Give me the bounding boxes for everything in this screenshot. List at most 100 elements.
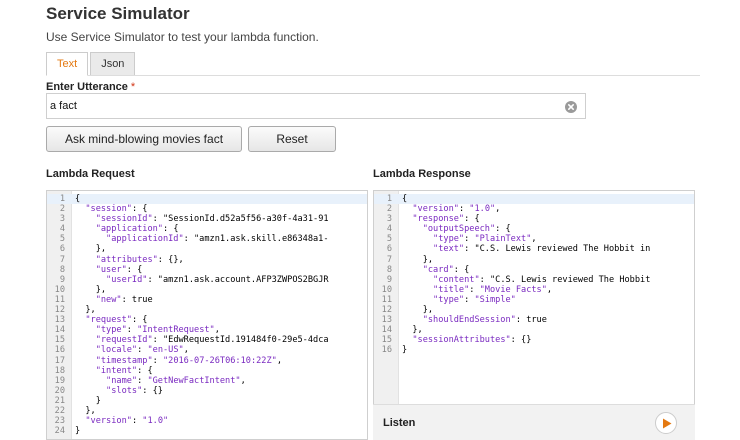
response-code-line: 7 }, <box>374 255 694 265</box>
line-number: 9 <box>386 274 392 285</box>
request-code-line: 3 "sessionId": "SessionId.d52a5f56-a30f-… <box>47 214 367 224</box>
line-number: 15 <box>54 335 65 346</box>
lambda-response-label: Lambda Response <box>373 168 471 180</box>
request-code-line: 21 } <box>47 396 367 406</box>
code-text: "version": "1.0" <box>85 416 169 427</box>
line-number: 18 <box>54 365 65 376</box>
code-text: }, <box>75 305 96 316</box>
play-icon[interactable] <box>655 412 677 434</box>
line-number: 22 <box>54 405 65 416</box>
response-code-line: 1{ <box>374 194 694 205</box>
line-number: 1 <box>59 194 65 204</box>
line-number: 13 <box>381 315 392 326</box>
code-text: "content": "C.S. Lewis reviewed The Hobb… <box>433 274 651 285</box>
code-text: } <box>75 395 101 406</box>
reset-button[interactable]: Reset <box>248 126 336 152</box>
request-code-line: 2 "session": { <box>47 204 367 214</box>
code-text: "userId": "amzn1.ask.account.AFP3ZWPOS2B… <box>106 274 329 285</box>
line-number: 3 <box>59 214 65 225</box>
line-number: 11 <box>381 294 392 305</box>
request-lines: 1{2 "session": {3 "sessionId": "SessionI… <box>47 194 367 436</box>
tabs-divider <box>46 75 700 76</box>
line-number: 10 <box>381 284 392 295</box>
lambda-request-label: Lambda Request <box>46 168 135 180</box>
code-text: "timestamp": "2016-07-26T06:10:22Z", <box>95 355 282 366</box>
code-text: "title": "Movie Facts", <box>433 284 553 295</box>
request-code-line: 1{ <box>47 194 367 205</box>
code-text: }, <box>402 305 434 316</box>
line-number: 7 <box>59 254 65 265</box>
line-number: 2 <box>386 204 392 215</box>
request-code-line: 9 "userId": "amzn1.ask.account.AFP3ZWPOS… <box>47 275 367 285</box>
lambda-request-editor[interactable]: 1{2 "session": {3 "sessionId": "SessionI… <box>46 190 368 440</box>
clear-icon[interactable] <box>565 101 577 113</box>
code-text: }, <box>75 244 107 255</box>
response-code-line: 13 "shouldEndSession": true <box>374 315 694 325</box>
response-code-line: 14 }, <box>374 325 694 335</box>
lambda-response-editor[interactable]: 1{2 "version": "1.0", 3 "response": {4 "o… <box>373 190 695 440</box>
code-text: "sessionId": "SessionId.d52a5f56-a30f-4a… <box>95 214 329 225</box>
code-text: "application": { <box>95 224 179 235</box>
line-number: 8 <box>386 264 392 275</box>
line-number: 9 <box>59 274 65 285</box>
request-code-line: 14 "type": "IntentRequest", <box>47 325 367 335</box>
code-text: "request": { <box>85 315 148 326</box>
ask-button[interactable]: Ask mind-blowing movies fact <box>46 126 242 152</box>
response-code-line: 12 }, <box>374 305 694 315</box>
code-text: "outputSpeech": { <box>422 224 511 235</box>
request-code-line: 8 "user": { <box>47 265 367 275</box>
code-text: "session": { <box>85 204 148 215</box>
code-text: "type": "PlainText", <box>433 234 537 245</box>
code-text: "locale": "en-US", <box>95 345 189 356</box>
code-text: "new": true <box>95 294 153 305</box>
request-code-line: 17 "timestamp": "2016-07-26T06:10:22Z", <box>47 356 367 366</box>
utterance-input[interactable]: a fact <box>46 93 586 119</box>
code-text: "slots": {} <box>106 385 163 396</box>
request-code-line: 15 "requestId": "EdwRequestId.191484f0-2… <box>47 335 367 345</box>
request-code-line: 4 "application": { <box>47 224 367 234</box>
line-number: 7 <box>386 254 392 265</box>
line-number: 1 <box>386 194 392 204</box>
code-text: "sessionAttributes": {} <box>412 335 532 346</box>
line-number: 6 <box>59 244 65 255</box>
response-code-line: 2 "version": "1.0", <box>374 204 694 214</box>
line-number: 4 <box>386 224 392 235</box>
tab-text[interactable]: Text <box>46 52 89 76</box>
request-code-line: 22 }, <box>47 406 367 416</box>
tab-json[interactable]: Json <box>90 52 136 76</box>
line-number: 12 <box>54 305 65 316</box>
request-code-line: 6 }, <box>47 244 367 254</box>
code-text: } <box>402 345 408 356</box>
response-lines: 1{2 "version": "1.0", 3 "response": {4 "o… <box>374 194 694 356</box>
code-text: "requestId": "EdwRequestId.191484f0-29e5… <box>95 335 329 346</box>
line-number: 19 <box>54 375 65 386</box>
response-code-line: 16} <box>374 345 694 355</box>
code-text: }, <box>402 325 423 336</box>
request-code-line: 10 }, <box>47 285 367 295</box>
code-text: "user": { <box>95 264 143 275</box>
line-number: 12 <box>381 305 392 316</box>
line-number: 5 <box>386 234 392 245</box>
line-number: 2 <box>59 204 65 215</box>
line-number: 14 <box>381 325 392 336</box>
code-text: "type": "IntentRequest", <box>95 325 220 336</box>
code-text: "intent": { <box>95 365 153 376</box>
line-number: 3 <box>386 214 392 225</box>
request-code-line: 16 "locale": "en-US", <box>47 345 367 355</box>
utterance-label-text: Enter Utterance <box>46 81 128 93</box>
line-number: 23 <box>54 416 65 427</box>
response-code-line: 11 "type": "Simple" <box>374 295 694 305</box>
request-code-line: 13 "request": { <box>47 315 367 325</box>
line-number: 24 <box>54 426 65 437</box>
code-text: { <box>402 194 408 204</box>
request-code-line: 18 "intent": { <box>47 366 367 376</box>
line-number: 11 <box>54 294 65 305</box>
line-number: 21 <box>54 395 65 406</box>
request-code-line: 12 }, <box>47 305 367 315</box>
code-text: }, <box>75 284 107 295</box>
request-code-line: 20 "slots": {} <box>47 386 367 396</box>
response-code-line: 6 "text": "C.S. Lewis reviewed The Hobbi… <box>374 244 694 254</box>
code-text: "card": { <box>422 264 470 275</box>
response-code-line: 4 "outputSpeech": { <box>374 224 694 234</box>
line-number: 6 <box>386 244 392 255</box>
